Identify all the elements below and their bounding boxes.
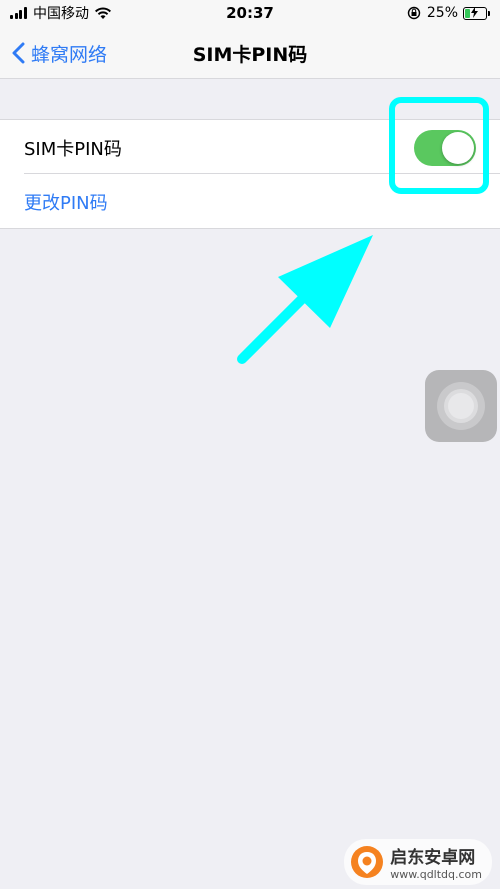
- orientation-lock-icon: [407, 6, 421, 20]
- battery-tip: [488, 10, 490, 16]
- toggle-knob: [442, 132, 474, 164]
- settings-group: SIM卡PIN码 更改PIN码: [0, 119, 500, 229]
- assistive-touch-button[interactable]: [425, 370, 497, 442]
- page-title: SIM卡PIN码: [192, 44, 308, 66]
- watermark-name: 启东安卓网: [390, 848, 476, 868]
- watermark-url: www.qdltdq.com: [390, 868, 482, 881]
- navigation-bar: 蜂窝网络 SIM卡PIN码: [0, 28, 500, 79]
- status-bar: 中国移动 20:37 25%: [0, 0, 500, 28]
- charging-bolt-icon: [471, 6, 478, 18]
- sim-pin-label: SIM卡PIN码: [24, 139, 122, 160]
- sim-pin-toggle[interactable]: [414, 130, 476, 166]
- sim-pin-row: SIM卡PIN码: [0, 120, 500, 174]
- status-bar-right: 25%: [407, 3, 490, 23]
- battery-charging-icon: [463, 6, 487, 20]
- change-pin-row[interactable]: 更改PIN码: [0, 174, 500, 228]
- annotation-arrow-icon: [237, 235, 373, 364]
- watermark-logo-icon: [351, 846, 384, 878]
- watermark: 启东安卓网 www.qdltdq.com: [344, 839, 492, 885]
- battery-percent: 25%: [426, 5, 458, 21]
- assistive-touch-icon: [448, 393, 474, 419]
- change-pin-link[interactable]: 更改PIN码: [24, 189, 108, 215]
